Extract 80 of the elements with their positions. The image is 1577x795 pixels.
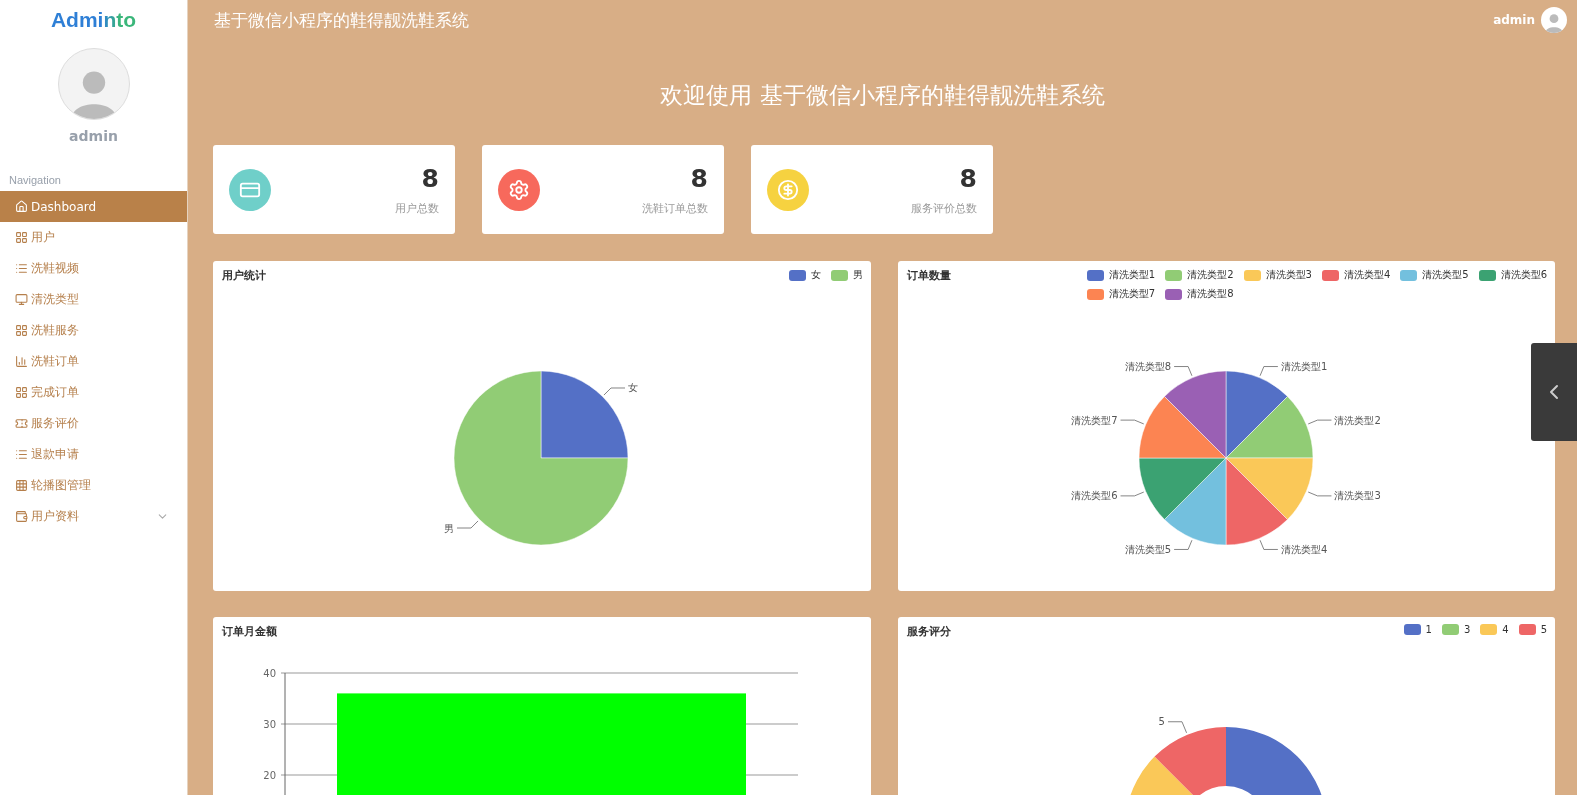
legend-label: 男 xyxy=(853,268,863,282)
grid-icon xyxy=(15,324,28,337)
list-icon xyxy=(15,262,28,275)
side-drawer-toggle[interactable] xyxy=(1531,343,1577,441)
leader-line xyxy=(1259,366,1279,377)
slice-label: 5 xyxy=(1158,716,1165,728)
stat-value: 8 xyxy=(959,163,977,193)
list-icon xyxy=(15,448,28,461)
header-user-name[interactable]: admin xyxy=(1493,13,1535,27)
stat-label: 洗鞋订单总数 xyxy=(642,200,708,216)
slice-label: 清洗类型2 xyxy=(1334,414,1381,426)
nav-item[interactable]: 完成订单 xyxy=(0,377,187,408)
slice-label: 清洗类型5 xyxy=(1124,543,1172,555)
leader-line xyxy=(1307,491,1332,497)
stat-label: 用户总数 xyxy=(395,200,439,216)
slice-label: 男 xyxy=(444,522,454,534)
chart-title: 用户统计 xyxy=(222,268,266,283)
nav-item[interactable]: 洗鞋订单 xyxy=(0,346,187,377)
nav-item[interactable]: 用户 xyxy=(0,222,187,253)
welcome-heading: 欢迎使用 基于微信小程序的鞋得靓洗鞋系统 xyxy=(659,81,1106,110)
chart-title: 服务评分 xyxy=(907,624,951,639)
slice-label: 清洗类型6 xyxy=(1071,490,1118,502)
legend-label: 清洗类型7 xyxy=(1108,287,1156,301)
nav-item[interactable]: Dashboard xyxy=(0,191,187,222)
slice-label: 女 xyxy=(628,382,638,394)
nav-item[interactable]: 清洗类型 xyxy=(0,284,187,315)
nav-item[interactable]: 洗鞋服务 xyxy=(0,315,187,346)
slice-label: 清洗类型4 xyxy=(1280,543,1328,555)
slice-label: 清洗类型8 xyxy=(1124,361,1172,373)
legend-label: 清洗类型3 xyxy=(1265,268,1312,282)
legend-label: 女 xyxy=(811,268,821,282)
leader-line xyxy=(1173,366,1193,377)
ticket-icon xyxy=(15,417,28,430)
chart-title: 订单月金额 xyxy=(222,624,277,639)
legend-label: 清洗类型2 xyxy=(1187,268,1234,282)
bars-icon xyxy=(15,355,28,368)
nav-item[interactable]: 退款申请 xyxy=(0,439,187,470)
nav-item[interactable]: 服务评价 xyxy=(0,408,187,439)
axis-tick-label: 40 xyxy=(263,668,276,679)
page-title: 基于微信小程序的鞋得靓洗鞋系统 xyxy=(214,8,469,32)
chart-title: 订单数量 xyxy=(907,268,951,283)
legend-label: 清洗类型6 xyxy=(1500,268,1547,282)
grid-icon xyxy=(15,231,28,244)
grid-icon xyxy=(15,386,28,399)
coin-icon xyxy=(777,178,799,201)
legend-label: 3 xyxy=(1463,624,1471,635)
home-icon xyxy=(15,200,28,213)
axis-tick-label: 20 xyxy=(263,770,276,781)
stat-value: 8 xyxy=(421,163,439,193)
legend-label: 5 xyxy=(1540,624,1547,635)
settings-icon xyxy=(508,178,530,201)
slice-label: 清洗类型7 xyxy=(1071,414,1118,426)
stat-value: 8 xyxy=(690,163,708,193)
stat-label: 服务评价总数 xyxy=(911,200,977,216)
leader-line xyxy=(1120,491,1145,497)
leader-line xyxy=(1307,419,1332,425)
header-avatar[interactable] xyxy=(1541,7,1567,33)
nav-item[interactable]: 用户资料 xyxy=(0,501,187,532)
leader-line xyxy=(456,520,479,529)
legend-label: 清洗类型5 xyxy=(1422,268,1469,282)
leader-line xyxy=(1167,721,1187,734)
leader-line xyxy=(1259,539,1279,550)
dots-grid-icon xyxy=(15,479,28,492)
user-name: admin xyxy=(69,128,118,144)
nav-section-label: Navigation xyxy=(9,174,62,186)
monitor-icon xyxy=(15,293,28,306)
legend-label: 清洗类型4 xyxy=(1343,268,1391,282)
leader-line xyxy=(603,387,626,396)
slice-label: 清洗类型1 xyxy=(1280,361,1328,373)
wallet-icon xyxy=(15,510,28,523)
legend-label: 4 xyxy=(1502,624,1509,635)
legend-label: 清洗类型8 xyxy=(1187,287,1234,301)
leader-line xyxy=(1120,419,1145,425)
legend-label: 清洗类型1 xyxy=(1108,268,1156,282)
nav-item[interactable]: 轮播图管理 xyxy=(0,470,187,501)
leader-line xyxy=(1173,539,1193,550)
legend-label: 1 xyxy=(1425,624,1432,635)
nav-item[interactable]: 洗鞋视频 xyxy=(0,253,187,284)
axis-tick-label: 30 xyxy=(263,719,276,730)
slice-label: 清洗类型3 xyxy=(1334,490,1381,502)
